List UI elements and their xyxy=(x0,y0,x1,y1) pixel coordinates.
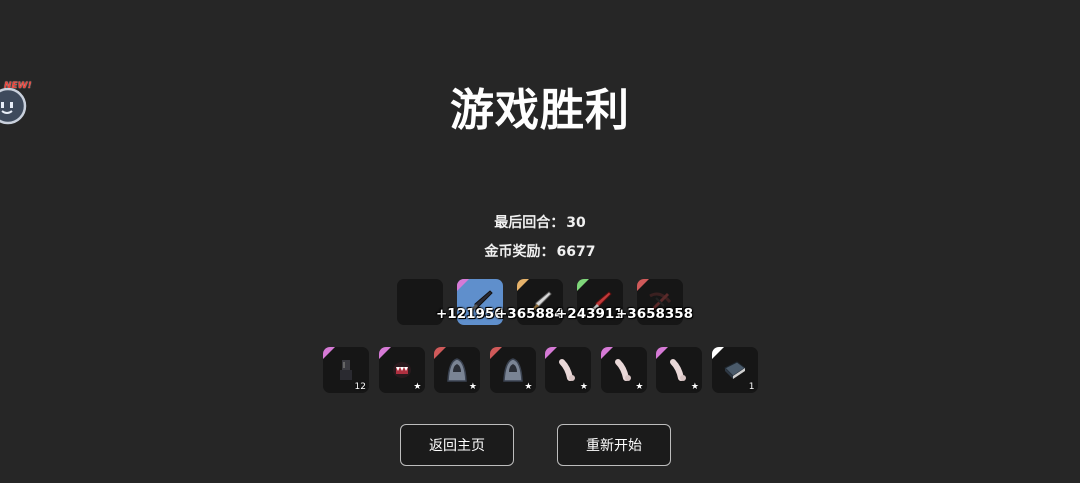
last-round-value: 30 xyxy=(566,215,586,231)
damage-values: +121956 +365884 +243911 +3658358 xyxy=(436,306,694,322)
star-badge: ★ xyxy=(690,382,699,392)
damage-value: +243911 xyxy=(556,306,624,322)
gold-reward-value: 6677 xyxy=(556,244,596,260)
gauntlet-icon xyxy=(340,360,352,380)
item-slot-bone[interactable]: ★ xyxy=(545,347,591,393)
fang-mask-icon xyxy=(392,362,411,378)
bone-icon xyxy=(559,359,575,381)
item-count-badge: 1 xyxy=(748,382,755,392)
bone-icon xyxy=(614,359,631,381)
item-slot-gauntlet[interactable]: 12 xyxy=(323,347,369,393)
last-round-stat: 最后回合： 30 xyxy=(0,212,1080,232)
book-icon xyxy=(723,361,746,379)
item-slot-hooded-cloak[interactable]: ★ xyxy=(489,347,536,393)
star-badge: ★ xyxy=(524,382,533,392)
item-slot-hooded-cloak[interactable]: ★ xyxy=(434,347,480,393)
item-count-badge: 12 xyxy=(354,382,366,392)
damage-value: +3658358 xyxy=(616,306,694,322)
damage-value: +365884 xyxy=(496,306,564,322)
star-badge: ★ xyxy=(635,382,644,392)
victory-title: 游戏胜利 xyxy=(450,85,630,136)
gold-reward-stat: 金币奖励： 6677 xyxy=(0,241,1080,261)
damage-value: +121956 xyxy=(436,306,504,322)
restart-button[interactable]: 重新开始 xyxy=(557,424,671,466)
item-slot-bone[interactable]: ★ xyxy=(656,347,702,393)
star-badge: ★ xyxy=(413,382,422,392)
bone-icon xyxy=(670,359,686,381)
return-home-button[interactable]: 返回主页 xyxy=(400,424,514,466)
star-badge: ★ xyxy=(579,382,588,392)
item-slot-bone[interactable]: ★ xyxy=(600,347,647,393)
item-slot-fang-mask[interactable]: ★ xyxy=(378,347,425,393)
item-slot-book[interactable]: 1 xyxy=(711,347,758,393)
last-round-label: 最后回合： xyxy=(494,215,565,231)
hooded-cloak-icon xyxy=(447,358,467,382)
star-badge: ★ xyxy=(468,382,477,392)
item-slots: 12 ★ ★ ★ ★ ★ ★ 1 xyxy=(323,347,758,393)
hooded-cloak-icon xyxy=(502,358,523,382)
gold-reward-label: 金币奖励： xyxy=(484,244,555,260)
